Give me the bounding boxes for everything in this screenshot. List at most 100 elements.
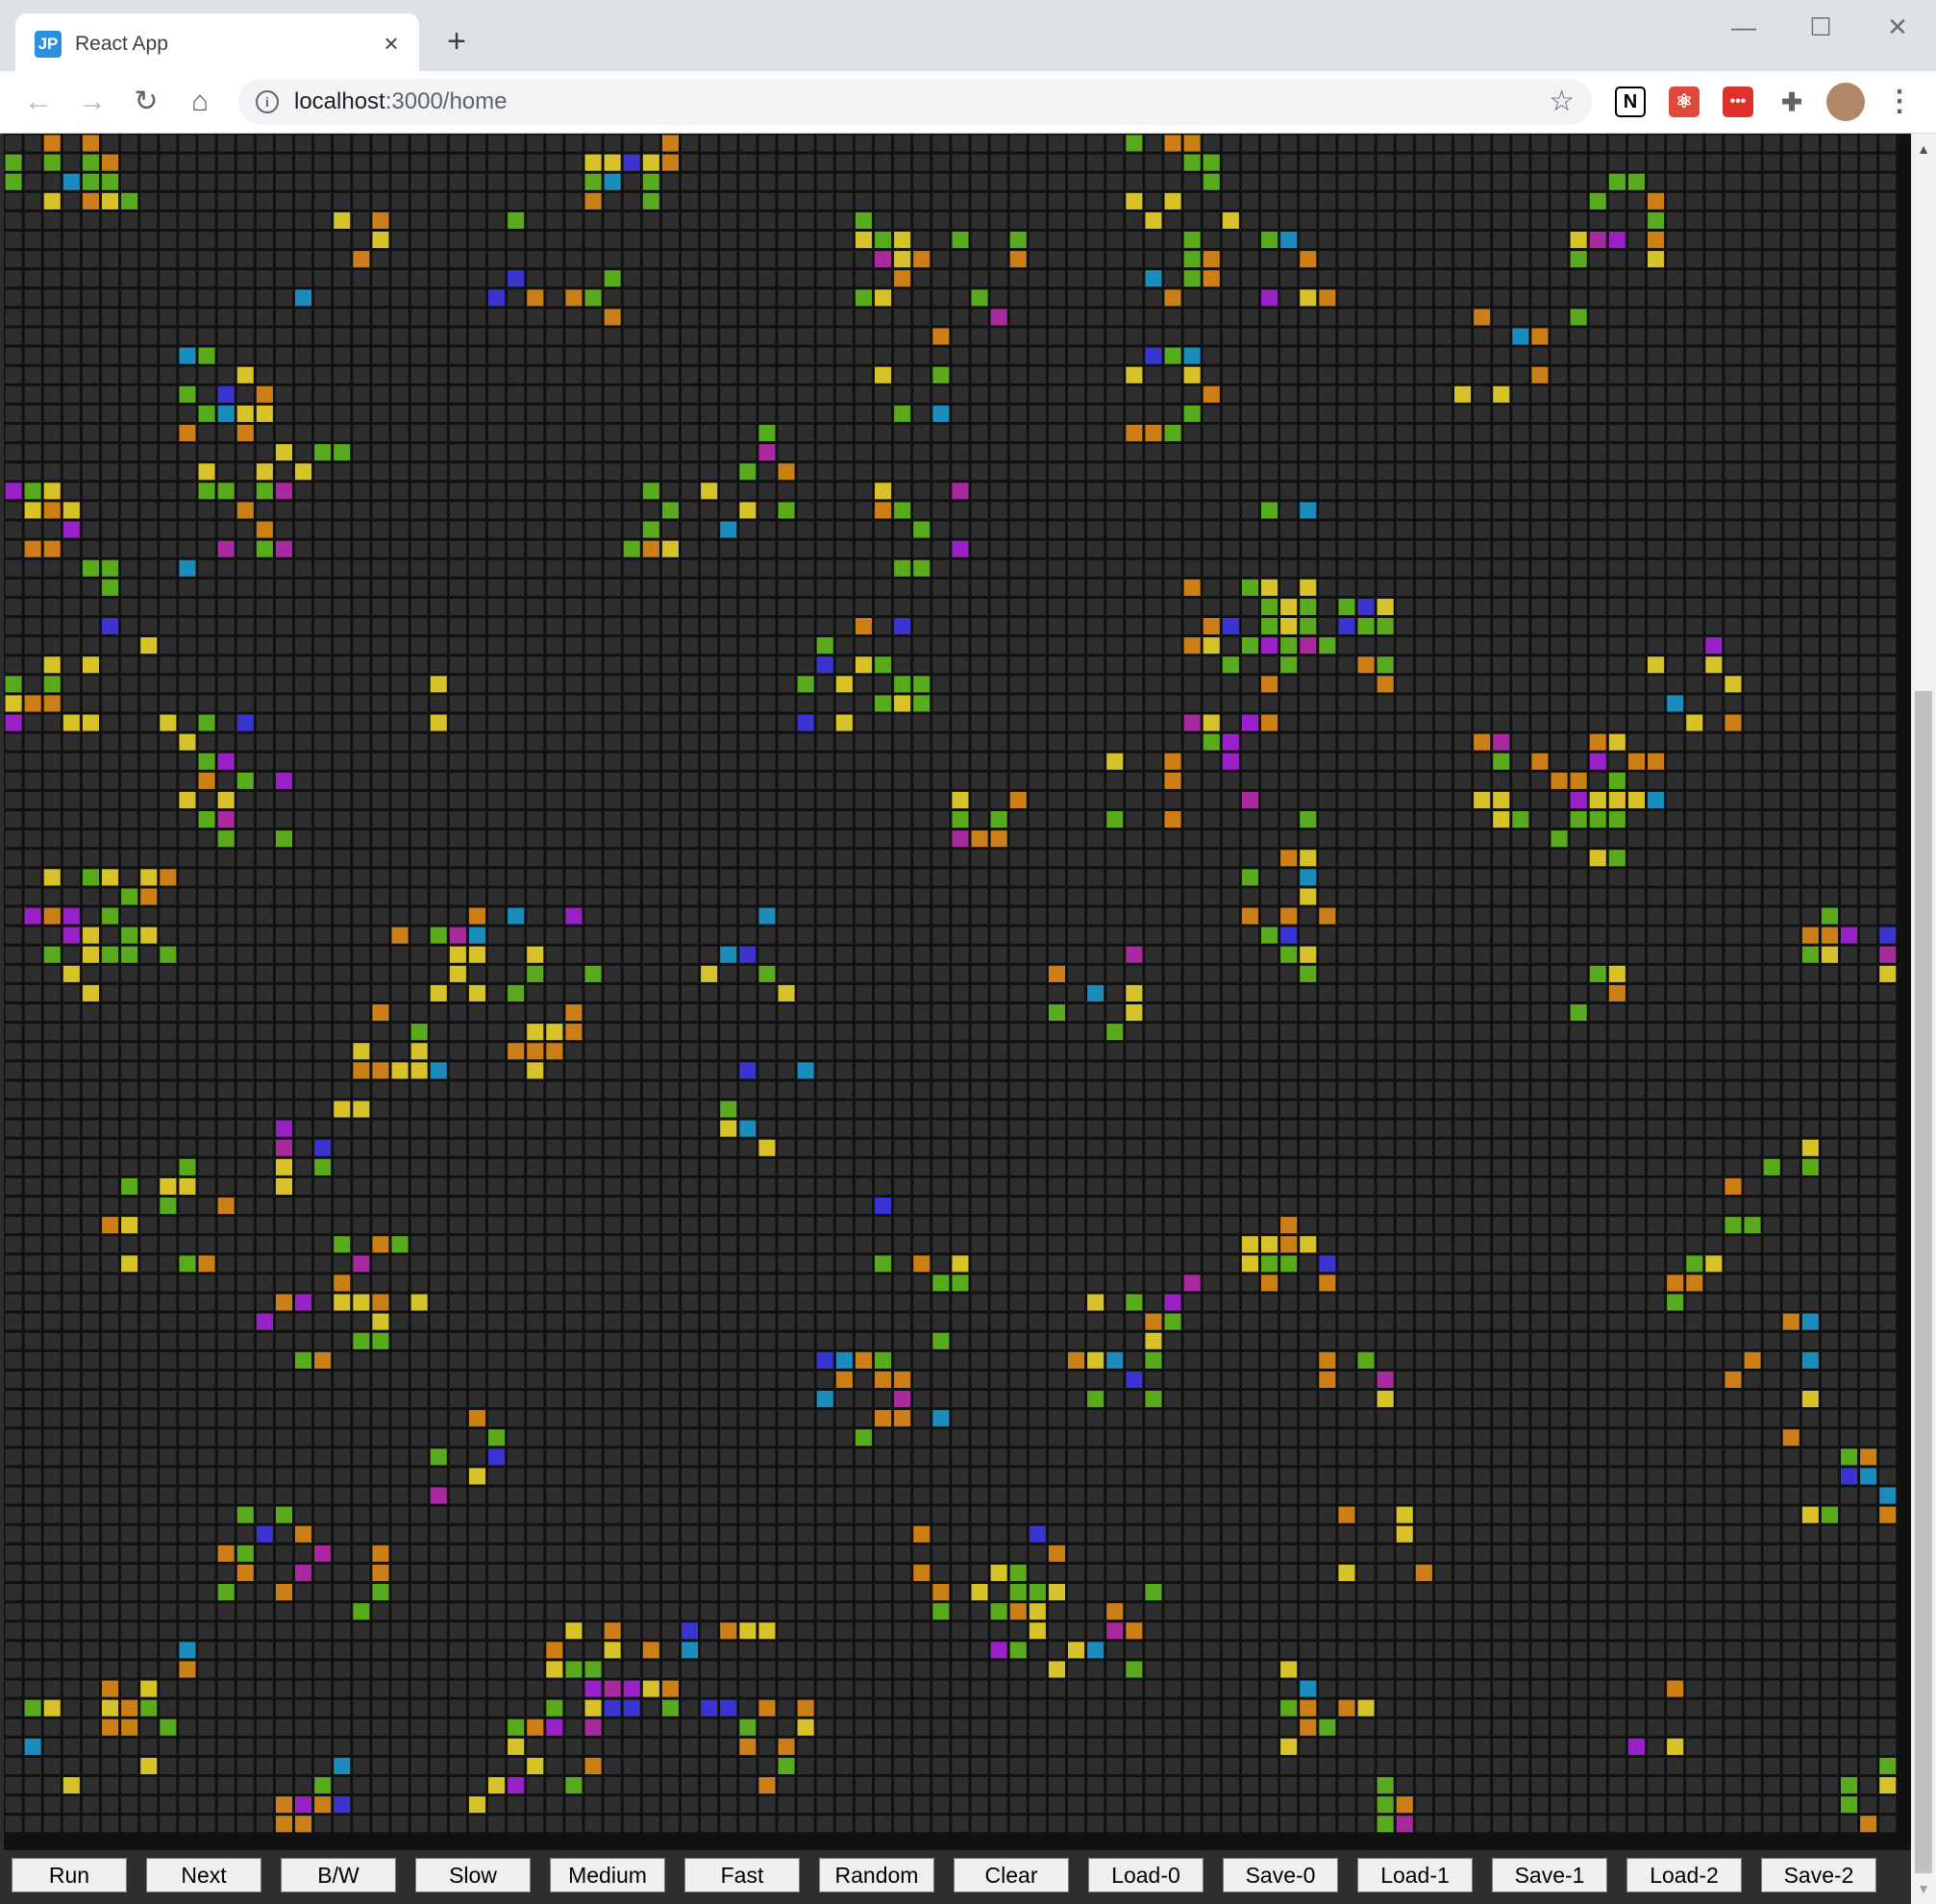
dead-cell[interactable] [1203,366,1220,383]
dead-cell[interactable] [1860,425,1877,442]
dead-cell[interactable] [508,309,525,326]
dead-cell[interactable] [1106,540,1124,557]
dead-cell[interactable] [372,965,389,982]
dead-cell[interactable] [391,251,409,268]
live-cell[interactable] [913,559,931,577]
dead-cell[interactable] [1608,482,1626,500]
dead-cell[interactable] [1145,1081,1162,1099]
live-cell[interactable] [739,463,757,481]
dead-cell[interactable] [5,559,22,577]
dead-cell[interactable] [1068,232,1085,249]
dead-cell[interactable] [971,309,988,326]
live-cell[interactable] [256,482,273,500]
dead-cell[interactable] [1434,154,1452,171]
dead-cell[interactable] [43,772,61,789]
dead-cell[interactable] [1493,328,1510,345]
dead-cell[interactable] [488,676,506,693]
live-cell[interactable] [1106,1024,1124,1041]
dead-cell[interactable] [1801,733,1819,751]
dead-cell[interactable] [140,598,158,615]
dead-cell[interactable] [236,482,254,500]
dead-cell[interactable] [739,772,757,789]
dead-cell[interactable] [1627,251,1645,268]
dead-cell[interactable] [739,425,757,442]
dead-cell[interactable] [1744,309,1761,326]
dead-cell[interactable] [391,154,409,171]
dead-cell[interactable] [1879,211,1897,229]
dead-cell[interactable] [1222,502,1239,519]
dead-cell[interactable] [1725,965,1742,982]
live-cell[interactable] [894,405,911,422]
dead-cell[interactable] [1841,540,1858,557]
dead-cell[interactable] [295,482,312,500]
dead-cell[interactable] [1261,521,1278,538]
dead-cell[interactable] [410,1004,428,1022]
dead-cell[interactable] [758,1043,776,1060]
dead-cell[interactable] [1782,598,1799,615]
dead-cell[interactable] [488,869,506,886]
dead-cell[interactable] [82,289,99,307]
dead-cell[interactable] [334,772,351,789]
dead-cell[interactable] [236,791,254,808]
dead-cell[interactable] [1782,869,1799,886]
dead-cell[interactable] [1454,1062,1472,1079]
dead-cell[interactable] [623,425,640,442]
dead-cell[interactable] [24,656,41,674]
live-cell[interactable] [527,946,544,963]
dead-cell[interactable] [391,965,409,982]
dead-cell[interactable] [1280,385,1298,403]
live-cell[interactable] [855,232,872,249]
dead-cell[interactable] [236,1062,254,1079]
live-cell[interactable] [875,482,892,500]
dead-cell[interactable] [952,444,969,461]
dead-cell[interactable] [121,830,138,848]
dead-cell[interactable] [295,251,312,268]
dead-cell[interactable] [1261,830,1278,848]
dead-cell[interactable] [1531,309,1549,326]
dead-cell[interactable] [623,598,640,615]
dead-cell[interactable] [1474,830,1491,848]
dead-cell[interactable] [1531,598,1549,615]
dead-cell[interactable] [1396,927,1413,944]
dead-cell[interactable] [508,540,525,557]
dead-cell[interactable] [1763,425,1780,442]
dead-cell[interactable] [1841,154,1858,171]
dead-cell[interactable] [894,347,911,364]
dead-cell[interactable] [1106,289,1124,307]
dead-cell[interactable] [855,540,872,557]
dead-cell[interactable] [1029,637,1046,655]
dead-cell[interactable] [1087,1004,1105,1022]
live-cell[interactable] [1183,347,1201,364]
dead-cell[interactable] [1551,405,1568,422]
dead-cell[interactable] [661,559,679,577]
dead-cell[interactable] [816,135,833,152]
dead-cell[interactable] [971,772,988,789]
dead-cell[interactable] [1821,637,1838,655]
dead-cell[interactable] [565,618,583,635]
dead-cell[interactable] [1744,637,1761,655]
dead-cell[interactable] [1744,850,1761,867]
dead-cell[interactable] [1029,656,1046,674]
dead-cell[interactable] [855,154,872,171]
live-cell[interactable] [584,173,602,190]
dead-cell[interactable] [1145,502,1162,519]
dead-cell[interactable] [584,211,602,229]
dead-cell[interactable] [256,309,273,326]
dead-cell[interactable] [1551,192,1568,210]
dead-cell[interactable] [24,366,41,383]
dead-cell[interactable] [1126,656,1143,674]
dead-cell[interactable] [1686,811,1703,828]
dead-cell[interactable] [1087,1024,1105,1041]
dead-cell[interactable] [198,559,215,577]
live-cell[interactable] [102,559,119,577]
dead-cell[interactable] [1648,540,1665,557]
dead-cell[interactable] [1338,405,1355,422]
dead-cell[interactable] [1782,502,1799,519]
dead-cell[interactable] [1648,1062,1665,1079]
dead-cell[interactable] [1222,907,1239,925]
dead-cell[interactable] [565,656,583,674]
live-cell[interactable] [1280,927,1298,944]
dead-cell[interactable] [314,695,332,712]
dead-cell[interactable] [971,192,988,210]
live-cell[interactable] [295,463,312,481]
